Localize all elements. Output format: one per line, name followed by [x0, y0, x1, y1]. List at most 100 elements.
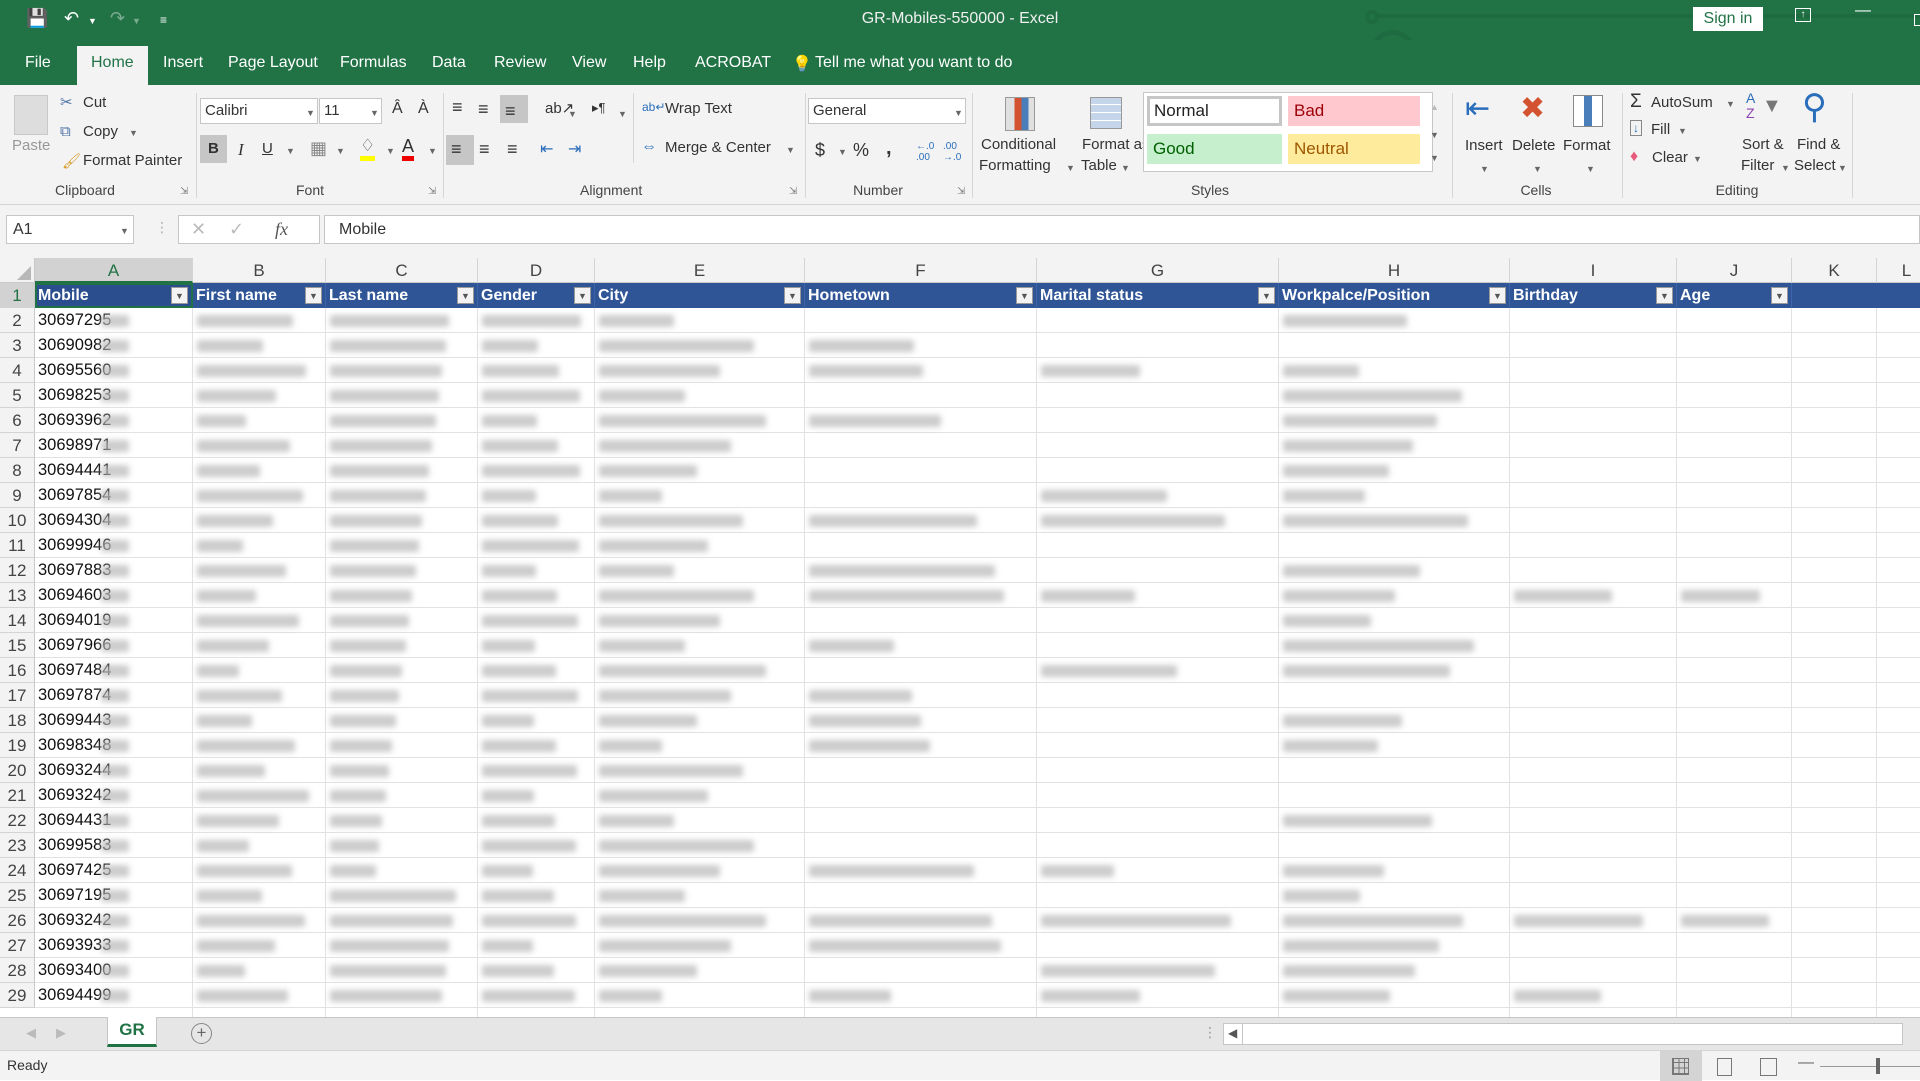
- redacted-cell[interactable]: [330, 865, 376, 877]
- redacted-cell[interactable]: [482, 840, 576, 852]
- redacted-cell[interactable]: [599, 365, 720, 377]
- bold-button[interactable]: B: [208, 140, 219, 157]
- redacted-cell[interactable]: [330, 640, 406, 652]
- redacted-cell[interactable]: [809, 340, 914, 352]
- redacted-cell[interactable]: [599, 390, 685, 402]
- sort-filter-label1[interactable]: Sort &: [1742, 136, 1784, 153]
- redacted-cell[interactable]: [330, 890, 456, 902]
- redacted-cell[interactable]: [1514, 990, 1601, 1002]
- redacted-cell[interactable]: [599, 415, 766, 427]
- row-header[interactable]: 21: [0, 783, 35, 808]
- insert-dropdown-icon[interactable]: ▼: [1480, 164, 1489, 174]
- redacted-cell[interactable]: [809, 515, 977, 527]
- cut-button[interactable]: Cut: [83, 94, 106, 111]
- number-launcher-icon[interactable]: ⇲: [957, 186, 965, 197]
- redacted-cell[interactable]: [599, 515, 743, 527]
- formula-input[interactable]: Mobile: [324, 215, 1920, 244]
- row-header[interactable]: 24: [0, 858, 35, 883]
- underline-button[interactable]: U: [262, 140, 273, 157]
- row-header[interactable]: 12: [0, 558, 35, 583]
- redacted-cell[interactable]: [1681, 590, 1760, 602]
- redacted-cell[interactable]: [1283, 940, 1439, 952]
- redacted-cell[interactable]: [197, 665, 239, 677]
- row-header[interactable]: 15: [0, 633, 35, 658]
- header-cell-hometown[interactable]: Hometown ▼: [805, 283, 1037, 308]
- redacted-cell[interactable]: [197, 690, 282, 702]
- zoom-out-icon[interactable]: —: [1798, 1054, 1814, 1072]
- header-cell-first-name[interactable]: First name ▼: [193, 283, 326, 308]
- sort-filter-label2[interactable]: Filter: [1741, 157, 1774, 174]
- column-header-j[interactable]: J: [1677, 258, 1792, 283]
- paste-button[interactable]: Paste: [12, 137, 50, 154]
- redacted-cell[interactable]: [599, 315, 674, 327]
- redacted-cell[interactable]: [197, 365, 306, 377]
- redacted-cell[interactable]: [1283, 915, 1463, 927]
- redacted-cell[interactable]: [330, 815, 382, 827]
- formula-bar-resize-handle[interactable]: ⋮: [155, 219, 169, 236]
- redacted-cell[interactable]: [1283, 890, 1360, 902]
- redacted-cell[interactable]: [197, 815, 279, 827]
- redacted-cell[interactable]: [482, 415, 537, 427]
- clipboard-launcher-icon[interactable]: ⇲: [180, 186, 188, 197]
- styles-scroll-down-icon[interactable]: ▼: [1430, 130, 1439, 140]
- row-header[interactable]: 5: [0, 383, 35, 408]
- redacted-cell[interactable]: [599, 790, 708, 802]
- redacted-cell[interactable]: [482, 990, 575, 1002]
- redacted-cell[interactable]: [1283, 415, 1437, 427]
- copy-button[interactable]: Copy: [83, 123, 118, 140]
- align-center-icon[interactable]: ≡: [479, 139, 490, 160]
- redacted-cell[interactable]: [330, 415, 436, 427]
- redacted-cell[interactable]: [599, 965, 697, 977]
- redacted-cell[interactable]: [1283, 665, 1450, 677]
- orientation-dropdown-icon[interactable]: ▼: [568, 109, 577, 119]
- scroll-sheets-right-icon[interactable]: ▶: [56, 1025, 66, 1041]
- redacted-cell[interactable]: [482, 815, 555, 827]
- redacted-cell[interactable]: [330, 365, 442, 377]
- redacted-cell[interactable]: [482, 390, 580, 402]
- redacted-cell[interactable]: [1283, 365, 1359, 377]
- italic-button[interactable]: I: [238, 140, 244, 160]
- redacted-cell[interactable]: [599, 815, 674, 827]
- row-header[interactable]: 13: [0, 583, 35, 608]
- top-align-icon[interactable]: ≡: [452, 97, 463, 118]
- redacted-cell[interactable]: [330, 690, 399, 702]
- redacted-cell[interactable]: [330, 465, 429, 477]
- redacted-cell[interactable]: [330, 565, 416, 577]
- redacted-cell[interactable]: [197, 990, 288, 1002]
- insert-button[interactable]: Insert: [1465, 137, 1503, 154]
- row-header[interactable]: 16: [0, 658, 35, 683]
- cancel-icon[interactable]: ✕: [191, 219, 206, 240]
- redacted-cell[interactable]: [197, 715, 252, 727]
- redacted-cell[interactable]: [482, 965, 554, 977]
- tab-view[interactable]: View: [572, 54, 606, 72]
- redacted-cell[interactable]: [1283, 565, 1420, 577]
- row-header-1[interactable]: 1: [0, 283, 35, 308]
- row-header[interactable]: 19: [0, 733, 35, 758]
- redacted-cell[interactable]: [482, 515, 558, 527]
- redacted-cell[interactable]: [197, 490, 303, 502]
- row-header[interactable]: 2: [0, 308, 35, 333]
- format-dropdown-icon[interactable]: ▼: [1586, 164, 1595, 174]
- row-header[interactable]: 20: [0, 758, 35, 783]
- tab-home[interactable]: Home: [77, 46, 148, 85]
- redacted-cell[interactable]: [197, 865, 292, 877]
- header-cell-gender[interactable]: Gender ▼: [478, 283, 595, 308]
- row-header[interactable]: 9: [0, 483, 35, 508]
- redacted-cell[interactable]: [809, 365, 923, 377]
- name-box[interactable]: A1: [6, 215, 134, 244]
- row-header[interactable]: 6: [0, 408, 35, 433]
- redacted-cell[interactable]: [330, 940, 449, 952]
- filter-dropdown-icon[interactable]: ▼: [1016, 287, 1033, 304]
- redacted-cell[interactable]: [599, 615, 720, 627]
- format-button[interactable]: Format: [1563, 137, 1611, 154]
- redacted-cell[interactable]: [809, 990, 891, 1002]
- zoom-slider-thumb[interactable]: [1876, 1058, 1880, 1074]
- tab-acrobat[interactable]: ACROBAT: [695, 54, 771, 72]
- tab-review[interactable]: Review: [494, 54, 546, 72]
- redacted-cell[interactable]: [1041, 965, 1215, 977]
- redacted-cell[interactable]: [599, 840, 754, 852]
- redacted-cell[interactable]: [197, 565, 286, 577]
- redacted-cell[interactable]: [330, 665, 402, 677]
- format-as-table-label2[interactable]: Table: [1081, 157, 1117, 174]
- format-painter-button[interactable]: Format Painter: [83, 152, 182, 169]
